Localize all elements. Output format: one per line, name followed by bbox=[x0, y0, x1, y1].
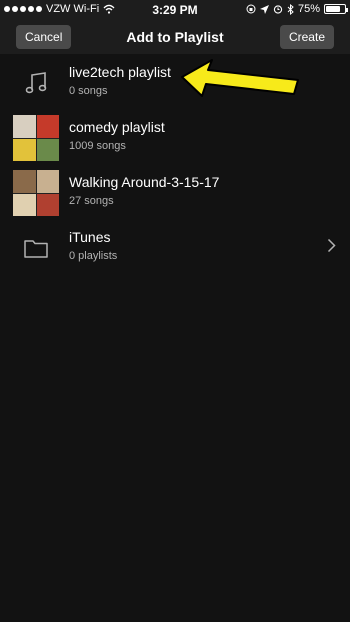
nav-bar: Cancel Add to Playlist Create bbox=[0, 20, 350, 54]
battery-icon bbox=[324, 4, 348, 14]
orientation-lock-icon bbox=[246, 4, 256, 14]
album-cover bbox=[13, 115, 36, 138]
playlist-title: live2tech playlist bbox=[69, 64, 171, 80]
alarm-icon bbox=[273, 5, 283, 14]
list-item[interactable]: comedy playlist 1009 songs bbox=[0, 109, 350, 164]
battery-percent: 75% bbox=[297, 3, 320, 15]
chevron-right-icon[interactable] bbox=[327, 238, 336, 253]
create-button[interactable]: Create bbox=[279, 25, 334, 49]
folder-icon bbox=[13, 225, 59, 271]
bluetooth-icon bbox=[287, 3, 294, 15]
album-collage bbox=[13, 115, 59, 161]
album-collage bbox=[13, 170, 59, 216]
status-right: 75% bbox=[246, 3, 348, 15]
music-note-icon bbox=[13, 60, 59, 106]
status-bar: VZW Wi-Fi 3:29 PM 75% bbox=[0, 0, 350, 20]
album-cover bbox=[13, 170, 36, 193]
playlist-title: comedy playlist bbox=[69, 119, 165, 135]
album-cover bbox=[13, 193, 36, 216]
location-icon bbox=[259, 4, 269, 14]
playlist-count: 1009 songs bbox=[69, 140, 126, 152]
folder-title: iTunes bbox=[69, 229, 111, 245]
list-item[interactable]: Walking Around-3-15-17 27 songs bbox=[0, 164, 350, 219]
album-cover bbox=[36, 138, 59, 161]
playlist-count: 27 songs bbox=[69, 195, 114, 207]
playlist-count: 0 songs bbox=[69, 85, 108, 97]
list-item[interactable]: iTunes 0 playlists bbox=[0, 219, 350, 274]
folder-count: 0 playlists bbox=[69, 250, 118, 262]
album-cover bbox=[36, 170, 59, 193]
album-cover bbox=[13, 138, 36, 161]
album-cover bbox=[36, 193, 59, 216]
playlist-title: Walking Around-3-15-17 bbox=[69, 174, 220, 190]
yellow-arrow-annotation bbox=[181, 59, 299, 97]
album-cover bbox=[36, 115, 59, 138]
